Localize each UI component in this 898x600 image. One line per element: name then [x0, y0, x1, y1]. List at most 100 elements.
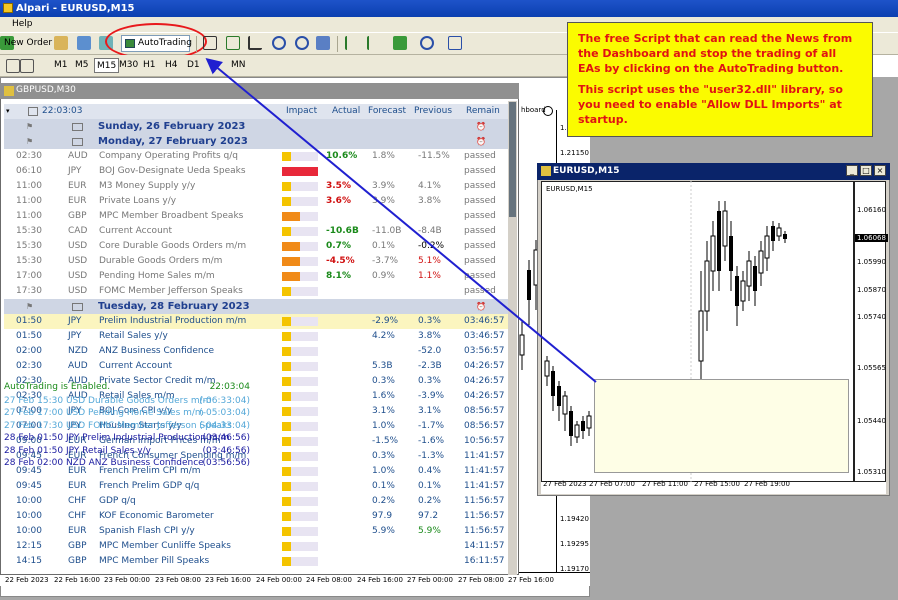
- menu-help[interactable]: Help: [12, 19, 33, 29]
- alarm-icon[interactable]: ⏰: [476, 299, 486, 314]
- impact-bar: [282, 167, 318, 176]
- flag-icon[interactable]: ⚑: [26, 299, 33, 314]
- bg-time-label: 23 Feb 16:00: [205, 576, 251, 584]
- impact-bar: [282, 272, 318, 281]
- event-remain: 10:56:57: [464, 436, 505, 446]
- impact-bar: [282, 212, 318, 221]
- news-event-row: 15:30 USD Durable Goods Orders m/m -4.5% -3.…: [4, 254, 508, 269]
- eurusd-window-title[interactable]: EURUSD,M15: [537, 163, 890, 180]
- event-name[interactable]: FOMC Member Jefferson Speaks: [99, 284, 243, 299]
- timeframe-mn[interactable]: MN: [229, 58, 248, 73]
- candlestick-icon[interactable]: [226, 36, 240, 50]
- collapse-icon[interactable]: ▾: [6, 104, 10, 119]
- bar-chart-icon[interactable]: [203, 36, 217, 50]
- event-previous: 1.1%: [418, 271, 441, 281]
- event-name[interactable]: Private Loans y/y: [99, 194, 176, 209]
- app-icon: [3, 3, 13, 13]
- event-time: 12:15: [16, 541, 42, 551]
- event-currency: JPY: [68, 316, 82, 326]
- header-remain[interactable]: Remain: [466, 104, 500, 119]
- folder-icon[interactable]: [72, 138, 83, 146]
- timeframe-m5[interactable]: M5: [73, 58, 91, 73]
- timeframe-h1[interactable]: H1: [141, 58, 158, 73]
- status-date: 28 Feb: [4, 445, 35, 456]
- event-name[interactable]: French Prelim GDP q/q: [99, 479, 199, 494]
- news-scrollbar-thumb[interactable]: [509, 102, 516, 217]
- header-forecast[interactable]: Forecast: [368, 104, 406, 119]
- flag-icon[interactable]: ⚑: [26, 134, 33, 149]
- event-name[interactable]: BOJ Gov-Designate Ueda Speaks: [99, 164, 246, 179]
- event-name[interactable]: MPC Member Pill Speaks: [99, 554, 209, 569]
- event-name[interactable]: ANZ Business Confidence: [99, 344, 214, 359]
- close-button[interactable]: ×: [874, 165, 886, 176]
- templates-icon[interactable]: [448, 36, 462, 50]
- folder-icon[interactable]: [72, 303, 83, 311]
- event-name[interactable]: Company Operating Profits q/q: [99, 149, 238, 164]
- eur-price-label: 1.05740: [857, 313, 886, 321]
- timeframe-m30[interactable]: M30: [117, 58, 140, 73]
- eur-time-label: 27 Feb 2023: [543, 480, 587, 488]
- tile-windows-icon[interactable]: [316, 36, 330, 50]
- event-forecast: 0.3%: [372, 451, 395, 461]
- alarm-icon[interactable]: ⏰: [476, 134, 486, 149]
- people-icon[interactable]: [77, 36, 91, 50]
- impact-bar: [282, 197, 318, 206]
- event-name[interactable]: Retail Sales y/y: [99, 329, 168, 344]
- news-event-row: 10:00 EUR Spanish Flash CPI y/y 5.9% 5.9% 11:…: [4, 524, 508, 539]
- crosshair-icon[interactable]: [6, 59, 20, 73]
- status-remain: (-06:33:04): [199, 396, 250, 406]
- event-forecast: 3.1%: [372, 406, 395, 416]
- zoom-out-icon[interactable]: [295, 36, 309, 50]
- event-forecast: 3.9%: [372, 196, 395, 206]
- event-forecast: 0.1%: [372, 481, 395, 491]
- autotrading-status-panel: [594, 379, 849, 473]
- line-chart-icon[interactable]: [248, 36, 262, 50]
- event-name[interactable]: MPC Member Cunliffe Speaks: [99, 539, 231, 554]
- event-name[interactable]: M3 Money Supply y/y: [99, 179, 195, 194]
- status-event-row: 27 Feb 17:00 USD Pending Home Sales m/m(…: [4, 407, 252, 419]
- bg-time-label: 24 Feb 16:00: [357, 576, 403, 584]
- event-name[interactable]: MPC Member Broadbent Speaks: [99, 209, 243, 224]
- header-actual[interactable]: Actual: [332, 104, 360, 119]
- header-impact[interactable]: Impact: [286, 104, 317, 119]
- folder-icon[interactable]: [54, 36, 68, 50]
- periods-icon[interactable]: [420, 36, 434, 50]
- event-time: 06:10: [16, 166, 42, 176]
- event-name[interactable]: Current Account: [99, 224, 172, 239]
- minimize-button[interactable]: _: [846, 165, 858, 176]
- autoscroll-icon[interactable]: [367, 36, 381, 50]
- event-time: 02:00: [16, 346, 42, 356]
- impact-bar: [282, 347, 318, 356]
- event-name[interactable]: Durable Goods Orders m/m: [99, 254, 222, 269]
- chart-shift-icon[interactable]: [345, 36, 359, 50]
- indicators-icon[interactable]: [393, 36, 407, 50]
- objects-icon[interactable]: [20, 59, 34, 73]
- event-name[interactable]: GDP q/q: [99, 494, 136, 509]
- timeframe-h4[interactable]: H4: [163, 58, 180, 73]
- folder-icon[interactable]: [72, 123, 83, 131]
- news-window-title[interactable]: GBPUSD,M30: [0, 83, 519, 99]
- event-previous: 3.8%: [418, 331, 441, 341]
- impact-bar: [282, 512, 318, 521]
- new-order-button[interactable]: New Order: [4, 35, 52, 52]
- event-name[interactable]: Prelim Industrial Production m/m: [99, 314, 246, 329]
- timeframe-m1[interactable]: M1: [52, 58, 70, 73]
- header-previous[interactable]: Previous: [414, 104, 452, 119]
- event-name[interactable]: Pending Home Sales m/m: [99, 269, 215, 284]
- maximize-button[interactable]: □: [860, 165, 872, 176]
- event-name[interactable]: Current Account: [99, 359, 172, 374]
- bg-time-label: 23 Feb 00:00: [104, 576, 150, 584]
- zoom-in-icon[interactable]: [272, 36, 286, 50]
- event-name[interactable]: Spanish Flash CPI y/y: [99, 524, 195, 539]
- window-titlebar: Alpari - EURUSD,M15: [0, 0, 898, 17]
- event-name[interactable]: Core Durable Goods Orders m/m: [99, 239, 246, 254]
- event-forecast: -1.5%: [372, 436, 399, 446]
- eur-price-axis: [854, 181, 886, 482]
- timeframe-d1[interactable]: D1: [185, 58, 202, 73]
- flag-icon[interactable]: ⚑: [26, 119, 33, 134]
- alarm-icon[interactable]: ⏰: [476, 119, 486, 134]
- event-currency: GBP: [68, 541, 87, 551]
- event-remain: 04:26:57: [464, 361, 505, 371]
- timeframe-m15[interactable]: M15: [94, 58, 120, 73]
- event-name[interactable]: KOF Economic Barometer: [99, 509, 214, 524]
